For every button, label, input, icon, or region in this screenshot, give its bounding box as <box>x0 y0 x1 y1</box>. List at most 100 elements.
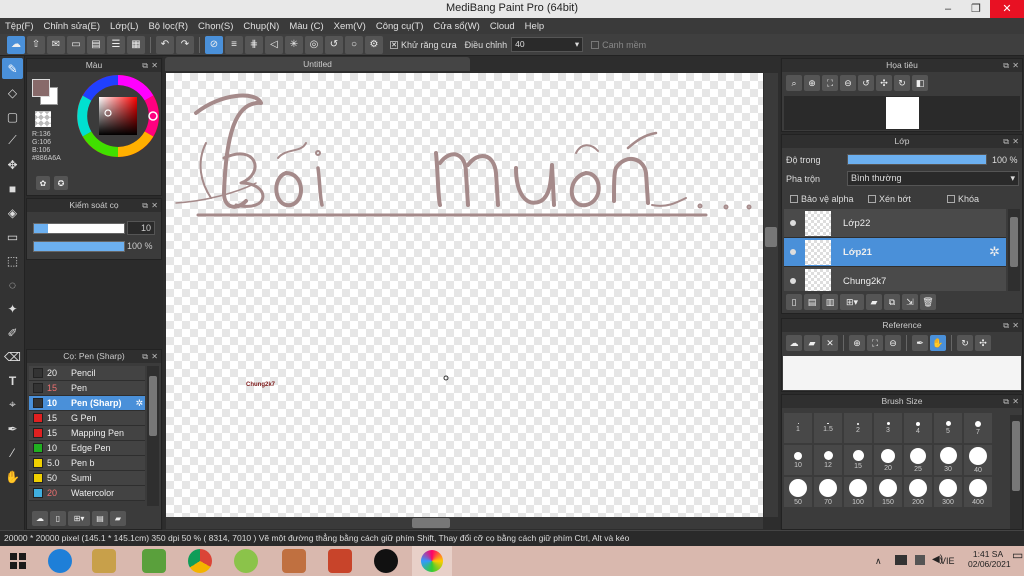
new-8bit-layer-icon[interactable]: ▥ <box>822 294 838 310</box>
curve-snap-icon[interactable]: ↺ <box>325 35 343 54</box>
rotate-right-icon[interactable]: ↻ <box>894 75 910 91</box>
gear-icon[interactable]: ✲ <box>135 398 143 409</box>
clock[interactable]: 1:41 SA 02/06/2021 <box>968 549 1011 569</box>
brush-size-cell[interactable]: 15 <box>844 445 872 475</box>
brush-size-cell[interactable]: 70 <box>814 477 842 507</box>
zoom-in-icon[interactable]: ⊕ <box>804 75 820 91</box>
windows-start-icon[interactable] <box>10 553 26 569</box>
undock-icon[interactable]: ⧉ <box>1003 59 1009 72</box>
menu-view[interactable]: Xem(V) <box>329 21 371 32</box>
lock-toggle[interactable]: Khóa <box>947 194 979 204</box>
color-wheel[interactable] <box>77 75 159 157</box>
grid-icon[interactable]: ▦ <box>127 35 145 54</box>
menu-help[interactable]: Help <box>520 21 550 32</box>
brush-size-cell[interactable]: 4 <box>904 413 932 443</box>
brush-size-cell[interactable]: 40 <box>964 445 992 475</box>
layer-row[interactable]: Lớp22 <box>784 209 1006 238</box>
notifications-icon[interactable]: ▭ <box>1012 548 1023 562</box>
tray-chevron-icon[interactable]: ∧ <box>875 556 882 567</box>
cloud-icon[interactable]: ☁ <box>786 335 802 351</box>
brush-item[interactable]: 10 Edge Pen <box>29 441 145 456</box>
network-icon[interactable] <box>895 555 907 565</box>
document-tab[interactable]: Untitled <box>165 57 470 71</box>
brush-tool-icon[interactable]: ✎ <box>2 58 23 79</box>
flip-icon[interactable]: ◧ <box>912 75 928 91</box>
undock-icon[interactable]: ⧉ <box>142 59 148 72</box>
language-indicator[interactable]: VIE <box>940 556 955 566</box>
undock-icon[interactable]: ⧉ <box>142 350 148 363</box>
brush-size-cell[interactable]: 150 <box>874 477 902 507</box>
eye-icon[interactable] <box>790 278 796 284</box>
eraser-tool-icon[interactable]: ◇ <box>2 82 23 103</box>
hand-icon[interactable]: ✋ <box>930 335 946 351</box>
menu-snap[interactable]: Chụp(N) <box>238 21 284 32</box>
duplicate-layer-icon[interactable]: ⧉ <box>884 294 900 310</box>
menu-select[interactable]: Chọn(S) <box>193 21 238 32</box>
fill-rect-tool-icon[interactable]: ■ <box>2 178 23 199</box>
page-icon[interactable]: ▭ <box>67 35 85 54</box>
undock-icon[interactable]: ⧉ <box>142 199 148 212</box>
antialias-checkbox[interactable]: ✕ <box>390 40 398 49</box>
brush-size-cell[interactable]: 2 <box>844 413 872 443</box>
antialias-toggle[interactable]: ✕ Khử răng cưa <box>390 40 457 50</box>
pen-tool-icon[interactable]: ⁄ <box>2 442 23 463</box>
brush-size-cell[interactable]: 10 <box>784 445 812 475</box>
fit-icon[interactable]: ⛶ <box>867 335 883 351</box>
close-panel-icon[interactable]: ✕ <box>1012 135 1019 148</box>
close-panel-icon[interactable]: ✕ <box>1012 59 1019 72</box>
zoom-out-icon[interactable]: ⊖ <box>840 75 856 91</box>
layer-row[interactable]: Chung2k7 <box>784 267 1006 291</box>
redo-icon[interactable]: ↷ <box>176 35 194 54</box>
select-eraser-icon[interactable]: ⌫ <box>2 346 23 367</box>
menu-file[interactable]: Tệp(F) <box>0 21 39 32</box>
zoom-out-icon[interactable]: ⊖ <box>885 335 901 351</box>
parallel-snap-icon[interactable]: ≡ <box>225 35 243 54</box>
brush-size-cell[interactable]: 5 <box>934 413 962 443</box>
soft-snap-toggle[interactable]: Canh mềm <box>591 40 646 50</box>
canvas-vertical-scrollbar[interactable] <box>764 73 778 517</box>
chrome-icon[interactable] <box>188 549 212 573</box>
gear-icon[interactable]: ✲ <box>989 244 1000 260</box>
color-history-icon[interactable]: ✪ <box>54 176 68 190</box>
brush-size-slider[interactable] <box>33 223 125 234</box>
brush-size-cell[interactable]: 30 <box>934 445 962 475</box>
new-layer-icon[interactable]: ▯ <box>786 294 802 310</box>
brush-item[interactable]: 20 Pencil <box>29 366 145 381</box>
navigator-preview[interactable] <box>784 96 1020 130</box>
close-button[interactable]: ✕ <box>990 0 1024 18</box>
layer-opacity-slider[interactable] <box>847 154 987 165</box>
file-explorer-icon[interactable] <box>92 549 116 573</box>
comment-icon[interactable]: ✉ <box>47 35 65 54</box>
close-icon[interactable]: ✕ <box>822 335 838 351</box>
maximize-button[interactable]: ❐ <box>962 0 990 18</box>
select-pen-icon[interactable]: ✐ <box>2 322 23 343</box>
settings-icon[interactable]: ⚙ <box>365 35 383 54</box>
brush-item[interactable]: 15 Mapping Pen <box>29 426 145 441</box>
coccoc-icon[interactable] <box>234 549 258 573</box>
protect-alpha-toggle[interactable]: Bảo vệ alpha <box>790 194 854 204</box>
move-tool-icon[interactable]: ✥ <box>2 154 23 175</box>
rotate-icon[interactable]: ↻ <box>957 335 973 351</box>
magic-wand-icon[interactable]: ✦ <box>2 298 23 319</box>
brush-item[interactable]: 5.0 Pen b <box>29 456 145 471</box>
menu-color[interactable]: Màu (C) <box>284 21 328 32</box>
circle-snap-icon[interactable]: ◎ <box>305 35 323 54</box>
brush-size-cell[interactable]: 12 <box>814 445 842 475</box>
menu-layer[interactable]: Lớp(L) <box>105 21 143 32</box>
medibang-taskbar-button[interactable] <box>412 546 452 576</box>
snap-off-icon[interactable]: ⊘ <box>205 35 223 54</box>
fit-icon[interactable]: ⛶ <box>822 75 838 91</box>
menu-tools[interactable]: Công cụ(T) <box>371 21 429 32</box>
zoom-icon[interactable]: ⌕ <box>786 75 802 91</box>
brush-size-cell[interactable]: 300 <box>934 477 962 507</box>
divide-tool-icon[interactable]: ⌖ <box>2 394 23 415</box>
eye-icon[interactable] <box>790 249 796 255</box>
brush-item[interactable]: 15 Pen <box>29 381 145 396</box>
desktop-app-icon[interactable] <box>282 549 306 573</box>
brush-size-cell[interactable]: 200 <box>904 477 932 507</box>
close-panel-icon[interactable]: ✕ <box>151 59 158 72</box>
brush-opacity-slider[interactable] <box>33 241 125 252</box>
eye-icon[interactable] <box>790 220 796 226</box>
brush-size-cell[interactable]: 20 <box>874 445 902 475</box>
soft-snap-checkbox[interactable] <box>591 40 600 49</box>
